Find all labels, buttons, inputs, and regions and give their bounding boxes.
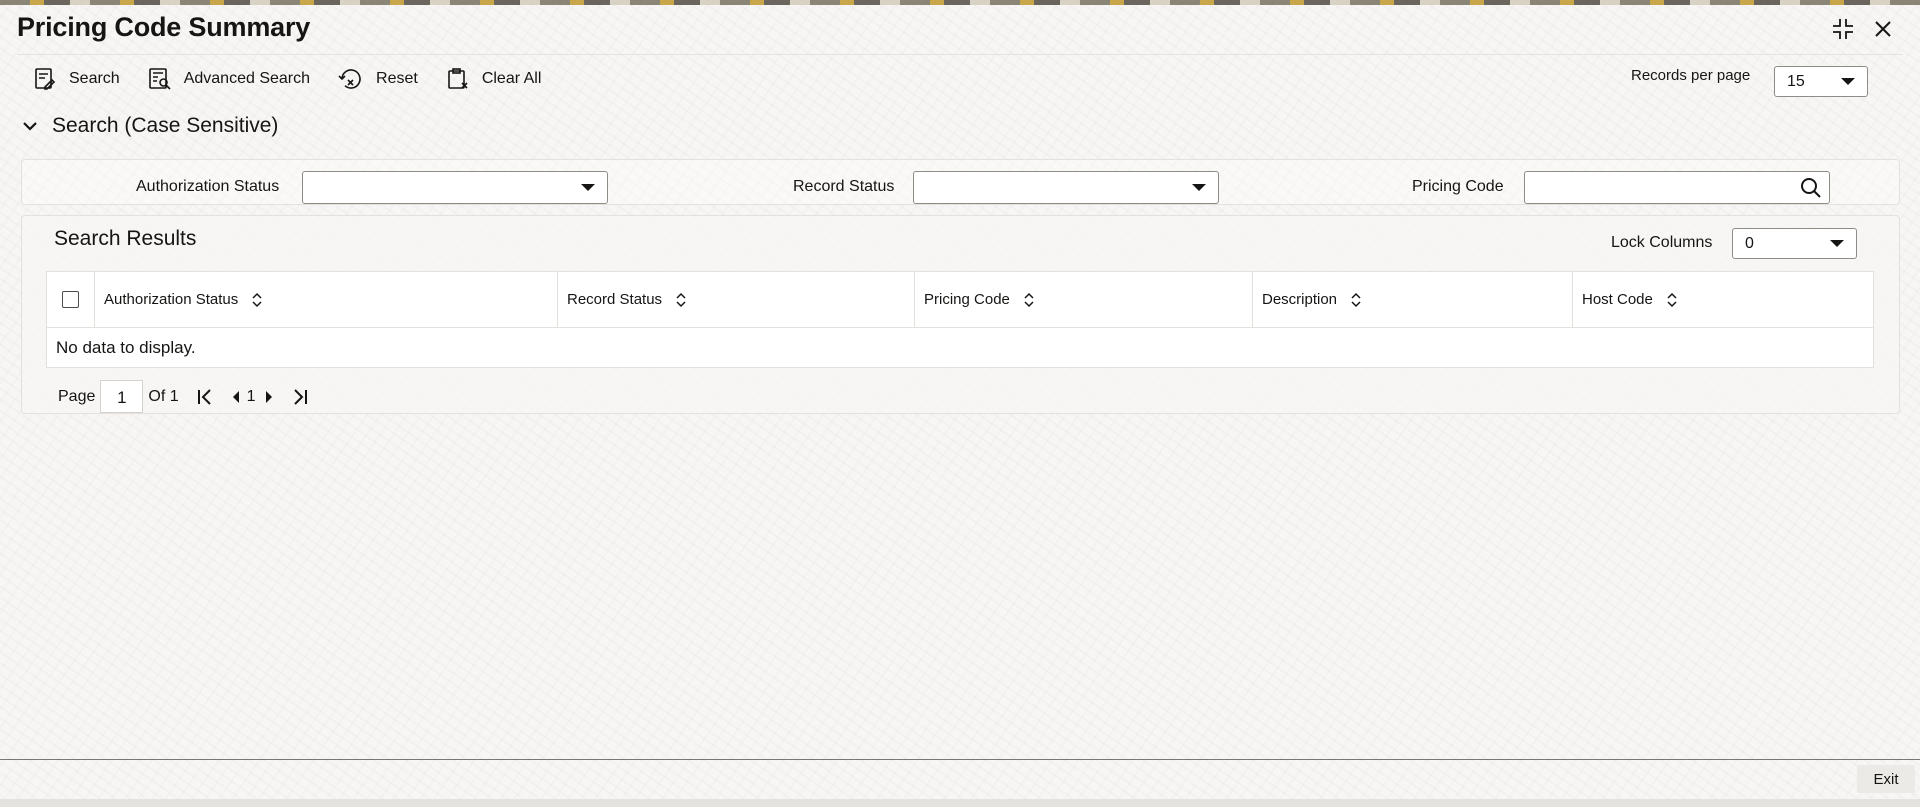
- table-header: Authorization Status Record Status Prici…: [47, 272, 1873, 328]
- records-per-page-label: Records per page: [1631, 67, 1751, 84]
- results-table: Authorization Status Record Status Prici…: [46, 271, 1874, 368]
- select-all-checkbox[interactable]: [62, 291, 79, 308]
- close-icon[interactable]: [1870, 16, 1896, 42]
- empty-table-message: No data to display.: [56, 338, 196, 357]
- page-title: Pricing Code Summary: [17, 12, 311, 42]
- toolbar: Search Advanced Search Reset Clear All: [33, 64, 569, 94]
- authorization-status-label: Authorization Status: [136, 178, 280, 195]
- reset-button[interactable]: Reset: [338, 64, 418, 94]
- chevron-down-icon: [1830, 240, 1844, 247]
- page-number-input[interactable]: 1: [100, 380, 144, 413]
- last-page-icon[interactable]: [292, 388, 308, 406]
- search-form-icon: [35, 68, 56, 90]
- search-results-title: Search Results: [54, 227, 197, 250]
- column-header-record-status[interactable]: Record Status: [558, 272, 915, 327]
- record-status-label: Record Status: [793, 178, 895, 195]
- chevron-down-icon: [581, 184, 595, 191]
- records-per-page-select[interactable]: 15: [1774, 66, 1868, 97]
- chevron-down-icon: [23, 122, 37, 131]
- window-controls: [1830, 16, 1896, 42]
- compress-icon[interactable]: [1830, 16, 1856, 42]
- sort-icon: [1667, 292, 1677, 307]
- title-divider: [17, 54, 1903, 55]
- select-all-cell: [47, 272, 95, 327]
- sort-icon: [252, 292, 262, 307]
- previous-page-icon[interactable]: [231, 390, 241, 404]
- sort-icon: [676, 292, 686, 307]
- clear-all-icon: [448, 68, 468, 89]
- sort-icon: [1351, 292, 1361, 307]
- chevron-down-icon: [1192, 184, 1206, 191]
- clear-all-button[interactable]: Clear All: [446, 64, 541, 94]
- advanced-search-button[interactable]: Advanced Search: [148, 64, 310, 94]
- reset-icon: [338, 69, 361, 89]
- page-of-label: Of 1: [148, 387, 179, 405]
- record-status-select[interactable]: [913, 171, 1219, 204]
- search-section-toggle[interactable]: Search (Case Sensitive): [22, 114, 278, 138]
- first-page-icon[interactable]: [197, 388, 213, 406]
- authorization-status-select[interactable]: [302, 171, 608, 204]
- search-icon[interactable]: [1799, 176, 1823, 200]
- decorative-banner-strip: [0, 0, 1920, 5]
- page-number: 1: [246, 387, 256, 405]
- column-header-authorization-status[interactable]: Authorization Status: [95, 272, 558, 327]
- column-header-description[interactable]: Description: [1253, 272, 1573, 327]
- chevron-down-icon: [1841, 78, 1855, 85]
- bottom-bar: [0, 799, 1920, 807]
- search-button[interactable]: Search: [33, 64, 120, 94]
- sort-icon: [1024, 292, 1034, 307]
- column-header-host-code[interactable]: Host Code: [1573, 272, 1873, 327]
- pagination: Page 1 Of 1 1: [58, 380, 308, 413]
- exit-button[interactable]: Exit: [1857, 765, 1915, 793]
- next-page-icon[interactable]: [264, 390, 274, 404]
- lock-columns-select[interactable]: 0: [1732, 228, 1857, 259]
- page-label: Page: [58, 387, 96, 405]
- advanced-search-icon: [148, 68, 171, 90]
- footer-divider: [0, 759, 1920, 760]
- pricing-code-input[interactable]: [1524, 171, 1830, 204]
- lock-columns-label: Lock Columns: [1611, 234, 1713, 251]
- pricing-code-label: Pricing Code: [1412, 178, 1504, 195]
- column-header-pricing-code[interactable]: Pricing Code: [915, 272, 1253, 327]
